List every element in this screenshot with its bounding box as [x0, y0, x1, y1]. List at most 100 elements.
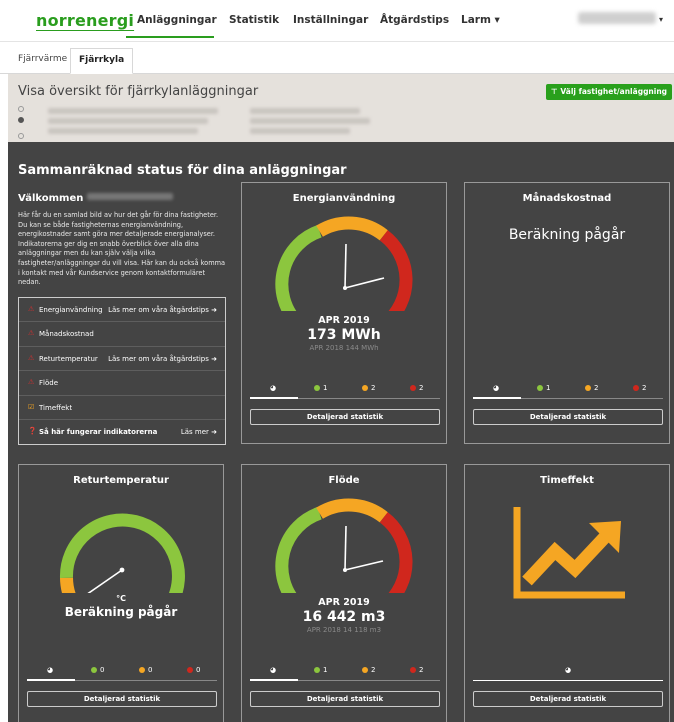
- read-more-link[interactable]: Läs mer ➜: [181, 428, 217, 436]
- bullet[interactable]: [18, 106, 24, 112]
- warning-icon: ⚠: [28, 305, 35, 313]
- gauge-icon[interactable]: ◕: [47, 666, 53, 674]
- dashboard-title: Sammanräknad status för dina anläggninga…: [18, 163, 347, 178]
- gauge-green-segment: [275, 225, 322, 311]
- detailed-statistics-button[interactable]: Detaljerad statistik: [473, 691, 663, 707]
- gauge-icon[interactable]: ◕: [493, 384, 499, 392]
- value-label: 173 MWh: [307, 327, 381, 343]
- card-title: Flöde: [328, 475, 360, 486]
- nav-larm[interactable]: Larm ▾: [461, 14, 500, 26]
- redacted-text: [48, 118, 208, 124]
- flow-gauge: [275, 498, 413, 593]
- detailed-statistics-button[interactable]: Detaljerad statistik: [250, 691, 440, 707]
- detailed-statistics-button[interactable]: Detaljerad statistik: [27, 691, 217, 707]
- card-title: Returtemperatur: [73, 475, 169, 486]
- welcome-text: Här får du en samlad bild av hur det går…: [18, 211, 226, 287]
- card-return-temp: Returtemperatur °C Beräkning pågår ◕ 0 0…: [18, 464, 224, 722]
- indicator-energy[interactable]: ⚠ Energianvändning Läs mer om våra åtgär…: [19, 298, 225, 323]
- red-dot: [633, 385, 639, 391]
- warning-icon: ⚠: [28, 378, 35, 387]
- legend: ◕ 1 2 2: [493, 384, 647, 392]
- red-dot: [410, 385, 416, 391]
- gauge-icon[interactable]: ◕: [565, 666, 571, 674]
- indicator-cost[interactable]: ⚠ Månadskostnad: [19, 322, 225, 347]
- tab-fjarrkyla[interactable]: Fjärrkyla: [70, 48, 134, 74]
- gauge-red-segment: [379, 512, 413, 593]
- gauge-green-segment: [275, 507, 322, 593]
- legend: ◕ 0 0 0: [47, 666, 201, 674]
- red-dot: [410, 667, 416, 673]
- month-label: APR 2019: [318, 315, 370, 326]
- indicator-help[interactable]: ❓ Så här fungerar indikatorerna Läs mer …: [19, 420, 225, 444]
- card-cost: Månadskostnad Beräkning pågår ◕ 1 2 2 De…: [464, 182, 670, 444]
- return-temp-gauge: [59, 513, 185, 593]
- orange-dot: [585, 385, 591, 391]
- status-label: Beräkning pågår: [64, 605, 178, 619]
- gauge-needle: [87, 569, 123, 593]
- legend-active-indicator: [250, 679, 298, 681]
- gauge-red-segment: [379, 230, 413, 311]
- legend: ◕ 1 2 2: [270, 384, 424, 392]
- nav-installningar[interactable]: Inställningar: [293, 14, 368, 26]
- user-name-redacted[interactable]: [578, 12, 656, 24]
- redacted-text: [250, 128, 350, 134]
- orange-dot: [139, 667, 145, 673]
- check-icon: ☑: [28, 402, 35, 411]
- nav-statistik[interactable]: Statistik: [229, 14, 279, 26]
- gauge-icon[interactable]: ◕: [270, 384, 276, 392]
- tab-fjarrvarme[interactable]: Fjärrvärme: [18, 54, 67, 64]
- month-label: APR 2019: [318, 597, 370, 608]
- status-label: Beräkning pågår: [508, 227, 626, 243]
- select-facility-button[interactable]: ⊤ Välj fastighet/anläggning: [546, 84, 672, 100]
- logo[interactable]: norrenergi: [36, 11, 134, 30]
- welcome-section: Välkommen Här får du en samlad bild av h…: [18, 186, 228, 288]
- orange-dot: [362, 385, 368, 391]
- green-dot: [91, 667, 97, 673]
- tips-link[interactable]: Läs mer om våra åtgärdstips ➜: [108, 306, 217, 314]
- gauge-needle: [344, 560, 384, 571]
- redacted-text: [250, 108, 360, 114]
- card-title: Timeffekt: [540, 475, 594, 486]
- trend-chart-icon: [513, 507, 625, 599]
- overview-title: Visa översikt för fjärrkylanläggningar: [18, 84, 259, 99]
- nav-atgardstips[interactable]: Åtgärdstips: [380, 14, 449, 26]
- indicator-return-temp[interactable]: ⚠ Returtemperatur Läs mer om våra åtgärd…: [19, 347, 225, 372]
- gauge-green-segment: [59, 513, 185, 593]
- value-label: 16 442 m3: [302, 609, 386, 625]
- bullet[interactable]: [18, 133, 24, 139]
- card-flow: Flöde APR 2019 16 442 m3 APR 2018 14 118…: [241, 464, 447, 722]
- welcome-title: Välkommen: [18, 193, 84, 204]
- legend-active-indicator: [27, 679, 75, 681]
- gauge-hub: [119, 567, 125, 573]
- card-title: Månadskostnad: [522, 193, 612, 204]
- legend: ◕: [473, 666, 663, 676]
- legend-divider: [473, 680, 663, 681]
- indicator-flow[interactable]: ⚠ Flöde: [19, 371, 225, 396]
- top-navigation: norrenergi Anläggningar Statistik Instäl…: [0, 0, 674, 42]
- status-dashboard: Sammanräknad status för dina anläggninga…: [8, 142, 674, 722]
- gauge-hub: [343, 568, 347, 572]
- card-title: Energianvändning: [292, 193, 396, 204]
- green-dot: [314, 385, 320, 391]
- gauge-needle: [344, 243, 347, 289]
- gauge-needle: [344, 525, 347, 571]
- tips-link[interactable]: Läs mer om våra åtgärdstips ➜: [108, 355, 217, 363]
- user-menu-caret[interactable]: ▾: [659, 15, 663, 24]
- gauge-icon[interactable]: ◕: [270, 666, 276, 674]
- bullet-active[interactable]: [18, 117, 24, 123]
- redacted-text: [48, 128, 198, 134]
- previous-value: APR 2018 144 MWh: [309, 344, 379, 352]
- detailed-statistics-button[interactable]: Detaljerad statistik: [250, 409, 440, 425]
- energy-gauge: [275, 216, 413, 311]
- nav-anlaggningar[interactable]: Anläggningar: [137, 14, 217, 26]
- green-dot: [537, 385, 543, 391]
- help-icon: ❓: [28, 427, 37, 435]
- carousel-bullets: [18, 106, 28, 144]
- redacted-text: [48, 108, 218, 114]
- previous-value: APR 2018 14 118 m3: [306, 626, 382, 634]
- gauge-orange-segment: [60, 577, 76, 593]
- detailed-statistics-button[interactable]: Detaljerad statistik: [473, 409, 663, 425]
- indicator-power[interactable]: ☑ Timeffekt: [19, 396, 225, 420]
- gauge-needle: [344, 277, 385, 289]
- gauge-orange-segment: [316, 498, 388, 523]
